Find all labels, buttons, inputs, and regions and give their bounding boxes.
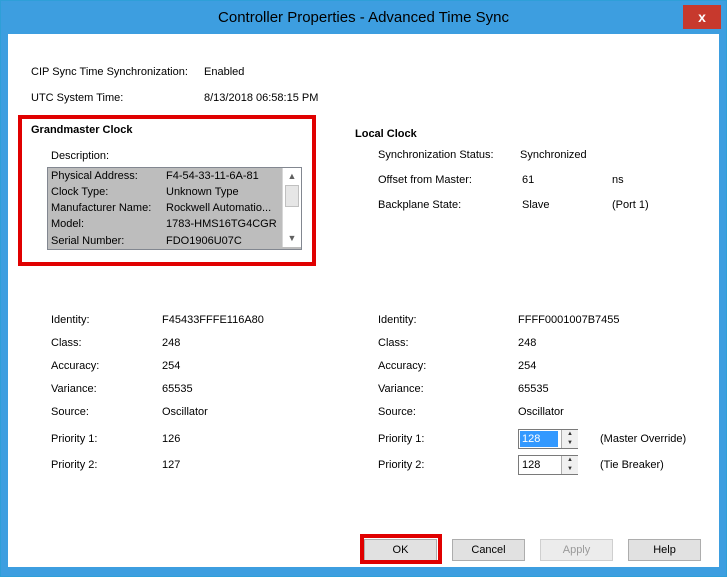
backplane-value: Slave [522, 199, 550, 211]
apply-button[interactable]: Apply [540, 539, 613, 561]
priority1-input[interactable] [520, 431, 558, 447]
gm-accuracy-value: 254 [162, 360, 181, 372]
title-bar: Controller Properties - Advanced Time Sy… [1, 1, 726, 33]
cip-sync-label: CIP Sync Time Synchronization: [31, 66, 188, 78]
backplane-label: Backplane State: [378, 199, 462, 211]
sync-status-label: Synchronization Status: [378, 149, 494, 161]
ok-highlight-box [360, 534, 442, 564]
priority1-spinbox[interactable]: ▲ ▼ [518, 429, 578, 449]
gm-class-value: 248 [162, 337, 181, 349]
gm-class-label: Class: [51, 337, 82, 349]
spin-up-icon[interactable]: ▲ [562, 430, 578, 439]
local-clock-heading: Local Clock [355, 128, 417, 140]
local-class-value: 248 [518, 337, 537, 349]
spin-down-icon[interactable]: ▼ [562, 439, 578, 448]
gm-variance-value: 65535 [162, 383, 193, 395]
spin-down-icon[interactable]: ▼ [562, 465, 578, 474]
offset-value: 61 [522, 174, 535, 186]
local-identity-value: FFFF0001007B7455 [518, 314, 620, 326]
window-title: Controller Properties - Advanced Time Sy… [218, 9, 509, 26]
gm-priority2-label: Priority 2: [51, 459, 98, 471]
priority1-note: (Master Override) [600, 433, 687, 445]
cip-sync-value: Enabled [204, 66, 245, 78]
priority2-input[interactable] [520, 457, 558, 473]
utc-time-label: UTC System Time: [31, 92, 124, 104]
gm-priority2-value: 127 [162, 459, 181, 471]
offset-unit: ns [612, 174, 624, 186]
backplane-port: (Port 1) [612, 199, 649, 211]
help-button[interactable]: Help [628, 539, 701, 561]
priority1-spin-buttons: ▲ ▼ [561, 430, 578, 448]
gm-source-value: Oscillator [162, 406, 208, 418]
priority2-spin-buttons: ▲ ▼ [561, 456, 578, 474]
cancel-button[interactable]: Cancel [452, 539, 525, 561]
utc-time-value: 8/13/2018 06:58:15 PM [204, 92, 319, 104]
priority2-note: (Tie Breaker) [600, 459, 664, 471]
local-priority2-label: Priority 2: [378, 459, 425, 471]
local-variance-value: 65535 [518, 383, 549, 395]
gm-variance-label: Variance: [51, 383, 97, 395]
close-button[interactable]: x [683, 5, 721, 29]
gm-accuracy-label: Accuracy: [51, 360, 100, 372]
local-source-value: Oscillator [518, 406, 564, 418]
grandmaster-highlight-box [18, 115, 316, 266]
local-identity-label: Identity: [378, 314, 417, 326]
local-accuracy-value: 254 [518, 360, 537, 372]
local-priority1-label: Priority 1: [378, 433, 425, 445]
gm-source-label: Source: [51, 406, 89, 418]
gm-priority1-label: Priority 1: [51, 433, 98, 445]
gm-identity-label: Identity: [51, 314, 90, 326]
dialog-window: Controller Properties - Advanced Time Sy… [0, 0, 727, 577]
local-class-label: Class: [378, 337, 409, 349]
sync-status-value: Synchronized [520, 149, 587, 161]
spin-up-icon[interactable]: ▲ [562, 456, 578, 465]
dialog-content [8, 34, 719, 567]
gm-identity-value: F45433FFFE116A80 [162, 314, 264, 326]
priority2-spinbox[interactable]: ▲ ▼ [518, 455, 578, 475]
offset-label: Offset from Master: [378, 174, 472, 186]
gm-priority1-value: 126 [162, 433, 181, 445]
local-accuracy-label: Accuracy: [378, 360, 427, 372]
local-source-label: Source: [378, 406, 416, 418]
local-variance-label: Variance: [378, 383, 424, 395]
